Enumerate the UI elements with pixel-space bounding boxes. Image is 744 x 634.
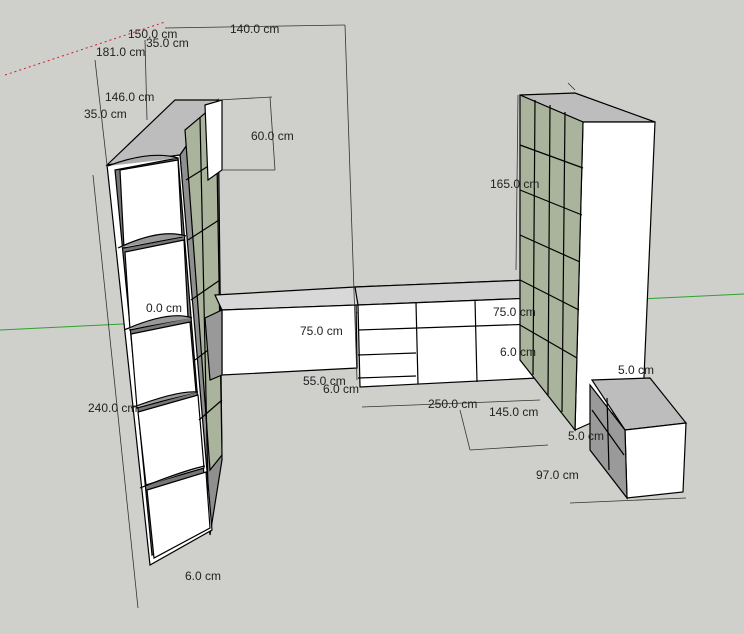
dim-label: 145.0 cm <box>489 405 538 419</box>
low-cabinet-front <box>624 422 687 499</box>
dim-label: 240.0 cm <box>88 401 137 415</box>
right-bookcase-shelves <box>519 94 584 432</box>
dim-label: 146.0 cm <box>105 90 154 104</box>
sketchup-viewport[interactable]: 150.0 cm 181.0 cm 35.0 cm 140.0 cm 146.0… <box>0 0 744 634</box>
upper-cabinet <box>204 99 223 182</box>
dim-label: 75.0 cm <box>300 324 343 338</box>
low-cabinet[interactable] <box>589 377 688 500</box>
dim-label: 165.0 cm <box>490 177 539 191</box>
dim-label: 6.0 cm <box>323 382 359 396</box>
dim-label: 6.0 cm <box>185 569 221 583</box>
model-canvas[interactable]: 150.0 cm 181.0 cm 35.0 cm 140.0 cm 146.0… <box>0 0 744 634</box>
dim-label: 75.0 cm <box>493 305 536 319</box>
dim-label: 250.0 cm <box>428 397 477 411</box>
shelf-cube-3 <box>130 321 197 409</box>
dim-label: 35.0 cm <box>146 36 189 50</box>
dim-label: 35.0 cm <box>84 107 127 121</box>
dim-label: 5.0 cm <box>618 363 654 377</box>
dim-label: 97.0 cm <box>536 468 579 482</box>
dim-label: 181.0 cm <box>96 45 145 59</box>
dim-label: 6.0 cm <box>500 345 536 359</box>
left-bookcase[interactable] <box>105 98 223 566</box>
dim-label: 0.0 cm <box>146 301 182 315</box>
dim-label: 140.0 cm <box>230 22 279 36</box>
desk-front-panel <box>221 304 358 376</box>
dim-label: 5.0 cm <box>568 429 604 443</box>
drawer-unit[interactable] <box>354 279 538 388</box>
dim-label: 60.0 cm <box>251 129 294 143</box>
